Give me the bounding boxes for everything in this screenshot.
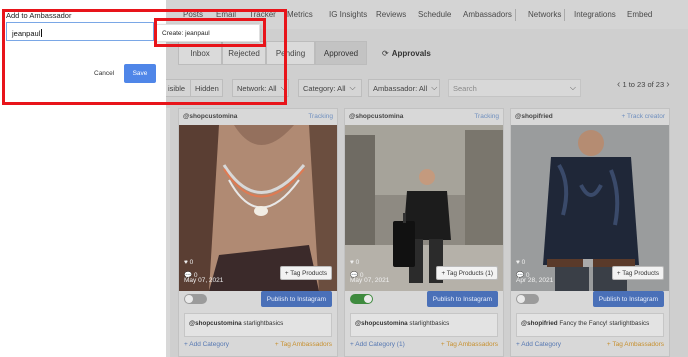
tag-products-button[interactable]: + Tag Products (1) — [436, 266, 498, 280]
ambassador-filter[interactable]: Ambassador: All ⌵ — [368, 79, 440, 97]
card-footer: + Add Category (1) + Tag Ambassadors — [350, 341, 498, 348]
nav-divider — [564, 9, 565, 21]
nav-embed[interactable]: Embed — [627, 10, 652, 19]
card-header: @shopcustomina Tracking — [183, 113, 333, 120]
card-username[interactable]: @shopcustomina — [183, 113, 237, 120]
post-date: Apr 28, 2021 — [516, 277, 554, 284]
card-footer: + Add Category + Tag Ambassadors — [184, 341, 332, 348]
chevron-down-icon: ⌵ — [349, 83, 356, 92]
post-card[interactable]: @shopifried + Track creator ♥ 0 💬 0 Apr … — [510, 108, 670, 357]
search-placeholder: Search — [453, 83, 477, 93]
highlight-box — [154, 18, 266, 47]
publish-button[interactable]: Publish to Instagram — [426, 291, 498, 307]
publish-button[interactable]: Publish to Instagram — [260, 291, 332, 307]
likes-value: 0 — [355, 259, 360, 266]
likes-value: 0 — [521, 259, 526, 266]
add-category-link[interactable]: + Add Category — [184, 341, 229, 348]
caption-user: @shopcustomina — [189, 320, 242, 327]
app-root: Posts Email Tracker Metrics IG Insights … — [0, 0, 688, 357]
likes-count: ♥ 0 — [516, 259, 526, 266]
toggle-knob — [364, 295, 372, 303]
tracking-link[interactable]: Tracking — [474, 113, 499, 120]
approvals-label: Approvals — [391, 49, 431, 58]
refresh-icon: ⟳ — [382, 49, 389, 58]
post-date: May 07, 2021 — [184, 277, 224, 284]
tag-ambassadors-link[interactable]: + Tag Ambassadors — [607, 341, 664, 348]
pager-text: 1 to 23 of 23 — [622, 80, 665, 89]
card-footer: + Add Category + Tag Ambassadors — [516, 341, 664, 348]
search-input[interactable]: Search ⌵ — [448, 79, 581, 97]
nav-ambassadors[interactable]: Ambassadors — [463, 10, 512, 19]
likes-count: ♥ 0 — [350, 259, 360, 266]
pagination: ‹ 1 to 23 of 23 › — [617, 79, 670, 90]
visibility-toggle[interactable] — [184, 294, 207, 304]
caption: @shopcustomina starlightbasics — [350, 313, 498, 337]
visibility-toggle[interactable] — [516, 294, 539, 304]
likes-value: 0 — [189, 259, 194, 266]
add-category-link[interactable]: + Add Category — [516, 341, 561, 348]
nav-divider — [515, 9, 516, 21]
tag-ambassadors-link[interactable]: + Tag Ambassadors — [275, 341, 332, 348]
caption-text: Fancy the Fancy! starlightbasics — [557, 320, 650, 327]
ambassador-filter-label: Ambassador: All — [373, 83, 428, 93]
card-username[interactable]: @shopifried — [515, 113, 553, 120]
approvals-link[interactable]: ⟳ Approvals — [382, 49, 431, 58]
nav-schedule[interactable]: Schedule — [418, 10, 451, 19]
nav-reviews[interactable]: Reviews — [376, 10, 406, 19]
card-username[interactable]: @shopcustomina — [349, 113, 403, 120]
chevron-down-icon: ⌵ — [431, 83, 438, 92]
caption: @shopcustomina starlightbasics — [184, 313, 332, 337]
add-category-link[interactable]: + Add Category (1) — [350, 341, 405, 348]
track-creator-link[interactable]: + Track creator — [621, 113, 665, 120]
nav-metrics[interactable]: Metrics — [287, 10, 313, 19]
card-header: @shopcustomina Tracking — [349, 113, 499, 120]
tab-approved[interactable]: Approved — [315, 41, 367, 65]
chevron-down-icon: ⌵ — [569, 83, 576, 92]
tag-products-button[interactable]: + Tag Products — [611, 266, 664, 280]
tracking-link[interactable]: Tracking — [308, 113, 333, 120]
tag-products-button[interactable]: + Tag Products — [279, 266, 332, 280]
category-filter[interactable]: Category: All ⌵ — [298, 79, 362, 97]
next-page-icon[interactable]: › — [666, 79, 669, 90]
likes-count: ♥ 0 — [184, 259, 194, 266]
caption-text: starlightbasics — [407, 320, 450, 327]
caption-text: starlightbasics — [241, 320, 284, 327]
post-date: May 07, 2021 — [350, 277, 390, 284]
nav-networks[interactable]: Networks — [528, 10, 561, 19]
caption-user: @shopifried — [521, 320, 558, 327]
visibility-toggle[interactable] — [350, 294, 373, 304]
post-card[interactable]: @shopcustomina Tracking ♥ 0 💬 0 May 07, … — [178, 108, 338, 357]
nav-ig-insights[interactable]: IG Insights — [329, 10, 367, 19]
publish-button[interactable]: Publish to Instagram — [592, 291, 664, 307]
toggle-knob — [517, 295, 525, 303]
caption-user: @shopcustomina — [355, 320, 408, 327]
nav-integrations[interactable]: Integrations — [574, 10, 616, 19]
caption: @shopifried Fancy the Fancy! starlightba… — [516, 313, 664, 337]
prev-page-icon[interactable]: ‹ — [617, 79, 620, 90]
toggle-knob — [185, 295, 193, 303]
post-card[interactable]: @shopcustomina Tracking ♥ 0 💬 0 May 07, … — [344, 108, 504, 357]
card-header: @shopifried + Track creator — [515, 113, 665, 120]
category-filter-label: Category: All — [303, 83, 346, 93]
tag-ambassadors-link[interactable]: + Tag Ambassadors — [441, 341, 498, 348]
